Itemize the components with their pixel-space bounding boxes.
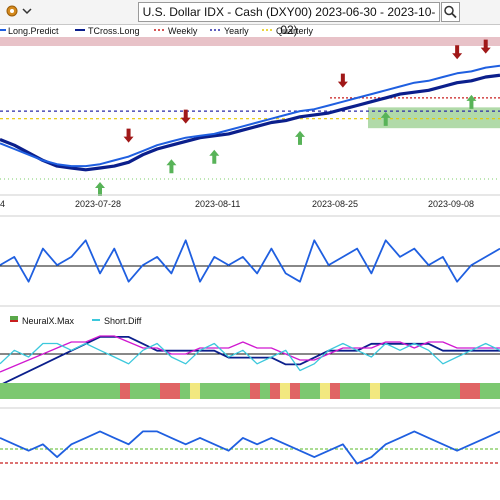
legend-short-diff: Short.Diff (104, 316, 142, 326)
strip-cell (460, 383, 471, 399)
x-tick-label: 2023-09-08 (428, 199, 474, 209)
strip-cell (150, 383, 161, 399)
oscillator-1-panel (0, 239, 500, 283)
strip-cell (320, 383, 331, 399)
down-arrow (180, 109, 191, 124)
strip-cell (170, 383, 181, 399)
strip-cell (280, 383, 291, 399)
strip-cell (140, 383, 151, 399)
strip-cell (20, 383, 31, 399)
x-tick-label: 2023-08-11 (195, 199, 240, 209)
strip-cell (180, 383, 191, 399)
strip-cell (90, 383, 101, 399)
up-arrow (209, 149, 220, 164)
oscillator-1-line (0, 239, 500, 283)
legend-yearly: Yearly (224, 26, 249, 36)
strip-cell (430, 383, 441, 399)
strip-cell (420, 383, 431, 399)
strip-cell (290, 383, 301, 399)
strip-cell (80, 383, 91, 399)
x-tick-label: 2023-07-28 (75, 199, 121, 209)
strip-cell (310, 383, 321, 399)
strip-cell (330, 383, 341, 399)
up-arrow (466, 94, 477, 109)
legend-neuralx-max: NeuralX.Max (22, 316, 75, 326)
strip-cell (450, 383, 461, 399)
legend-weekly: Weekly (168, 26, 198, 36)
strip-cell (480, 383, 491, 399)
x-axis: 4 2023-07-28 2023-08-11 2023-08-25 2023-… (0, 194, 500, 209)
down-arrow (123, 128, 134, 143)
price-panel (0, 39, 500, 196)
up-arrow (95, 181, 105, 196)
strip-cell (60, 383, 71, 399)
down-arrow (337, 73, 348, 88)
strip-cell (190, 383, 201, 399)
strip-cell (390, 383, 401, 399)
strip-cell (250, 383, 261, 399)
oscillator-3-panel (0, 430, 500, 465)
strip-cell (10, 383, 21, 399)
strip-cell (340, 383, 351, 399)
down-arrow (452, 45, 463, 60)
x-tick-label: 2023-08-25 (312, 199, 358, 209)
oscillator-2-legend: NeuralX.Max Short.Diff (10, 316, 142, 326)
price-legend: Long.Predict TCross.Long Weekly Yearly Q… (0, 26, 314, 36)
strip-cell (110, 383, 121, 399)
strip-cell (240, 383, 251, 399)
strip-cell (210, 383, 221, 399)
strip-cell (470, 383, 481, 399)
short-diff-line (0, 342, 500, 372)
strip-cell (40, 383, 51, 399)
strip-cell (370, 383, 381, 399)
legend-long-predict: Long.Predict (8, 26, 59, 36)
legend-tcross-long: TCross.Long (88, 26, 140, 36)
strip-cell (70, 383, 81, 399)
strip-cell (100, 383, 111, 399)
oscillator-2-panel (0, 335, 500, 386)
strip-cell (400, 383, 411, 399)
strip-cell (440, 383, 451, 399)
x-tick-label: 4 (0, 199, 5, 209)
strip-cell (300, 383, 311, 399)
strip-cell (270, 383, 281, 399)
up-arrow (166, 159, 177, 174)
strip-cell (200, 383, 211, 399)
strip-cell (380, 383, 391, 399)
strip-cell (230, 383, 241, 399)
oscillator-3-line (0, 430, 500, 465)
strip-cell (410, 383, 421, 399)
strip-cell (350, 383, 361, 399)
strip-cell (130, 383, 141, 399)
legend-quarterly: Quarterly (276, 26, 314, 36)
strip-cell (160, 383, 171, 399)
strip-cell (30, 383, 41, 399)
strip-cell (220, 383, 231, 399)
strip-cell (260, 383, 271, 399)
up-arrow (295, 130, 305, 145)
strip-cell (120, 383, 131, 399)
strip-cell (360, 383, 371, 399)
strip-cell (0, 383, 11, 399)
signal-strip (0, 383, 500, 399)
chart-area: Long.Predict TCross.Long Weekly Yearly Q… (0, 26, 500, 465)
price-header-band (0, 37, 500, 46)
strip-cell (490, 383, 500, 399)
strip-cell (50, 383, 61, 399)
